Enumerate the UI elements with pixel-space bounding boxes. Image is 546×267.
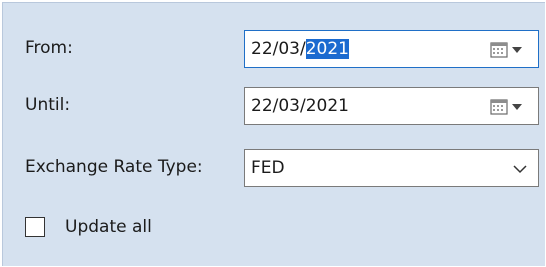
exchange-rate-type-select[interactable]: FED <box>244 149 539 187</box>
chevron-down-icon[interactable] <box>512 162 528 176</box>
exchange-rate-type-value[interactable]: FED <box>251 158 285 178</box>
from-date-field[interactable]: 22/03/2021 <box>244 30 539 68</box>
exchange-rate-type-label: Exchange Rate Type: <box>25 157 203 177</box>
from-date-value[interactable]: 22/03/2021 <box>251 39 349 59</box>
update-all-label[interactable]: Update all <box>65 217 152 237</box>
exchange-rate-panel: From: 22/03/2021 Until: 22/03/2021 Excha… <box>2 2 545 266</box>
until-label: Until: <box>25 95 71 115</box>
update-all-checkbox[interactable] <box>25 217 45 237</box>
from-date-selection: 2021 <box>305 39 349 59</box>
until-date-value[interactable]: 22/03/2021 <box>251 96 349 116</box>
from-label: From: <box>25 38 73 58</box>
calendar-icon[interactable] <box>490 98 524 116</box>
calendar-icon[interactable] <box>490 41 524 59</box>
until-date-field[interactable]: 22/03/2021 <box>244 87 539 125</box>
